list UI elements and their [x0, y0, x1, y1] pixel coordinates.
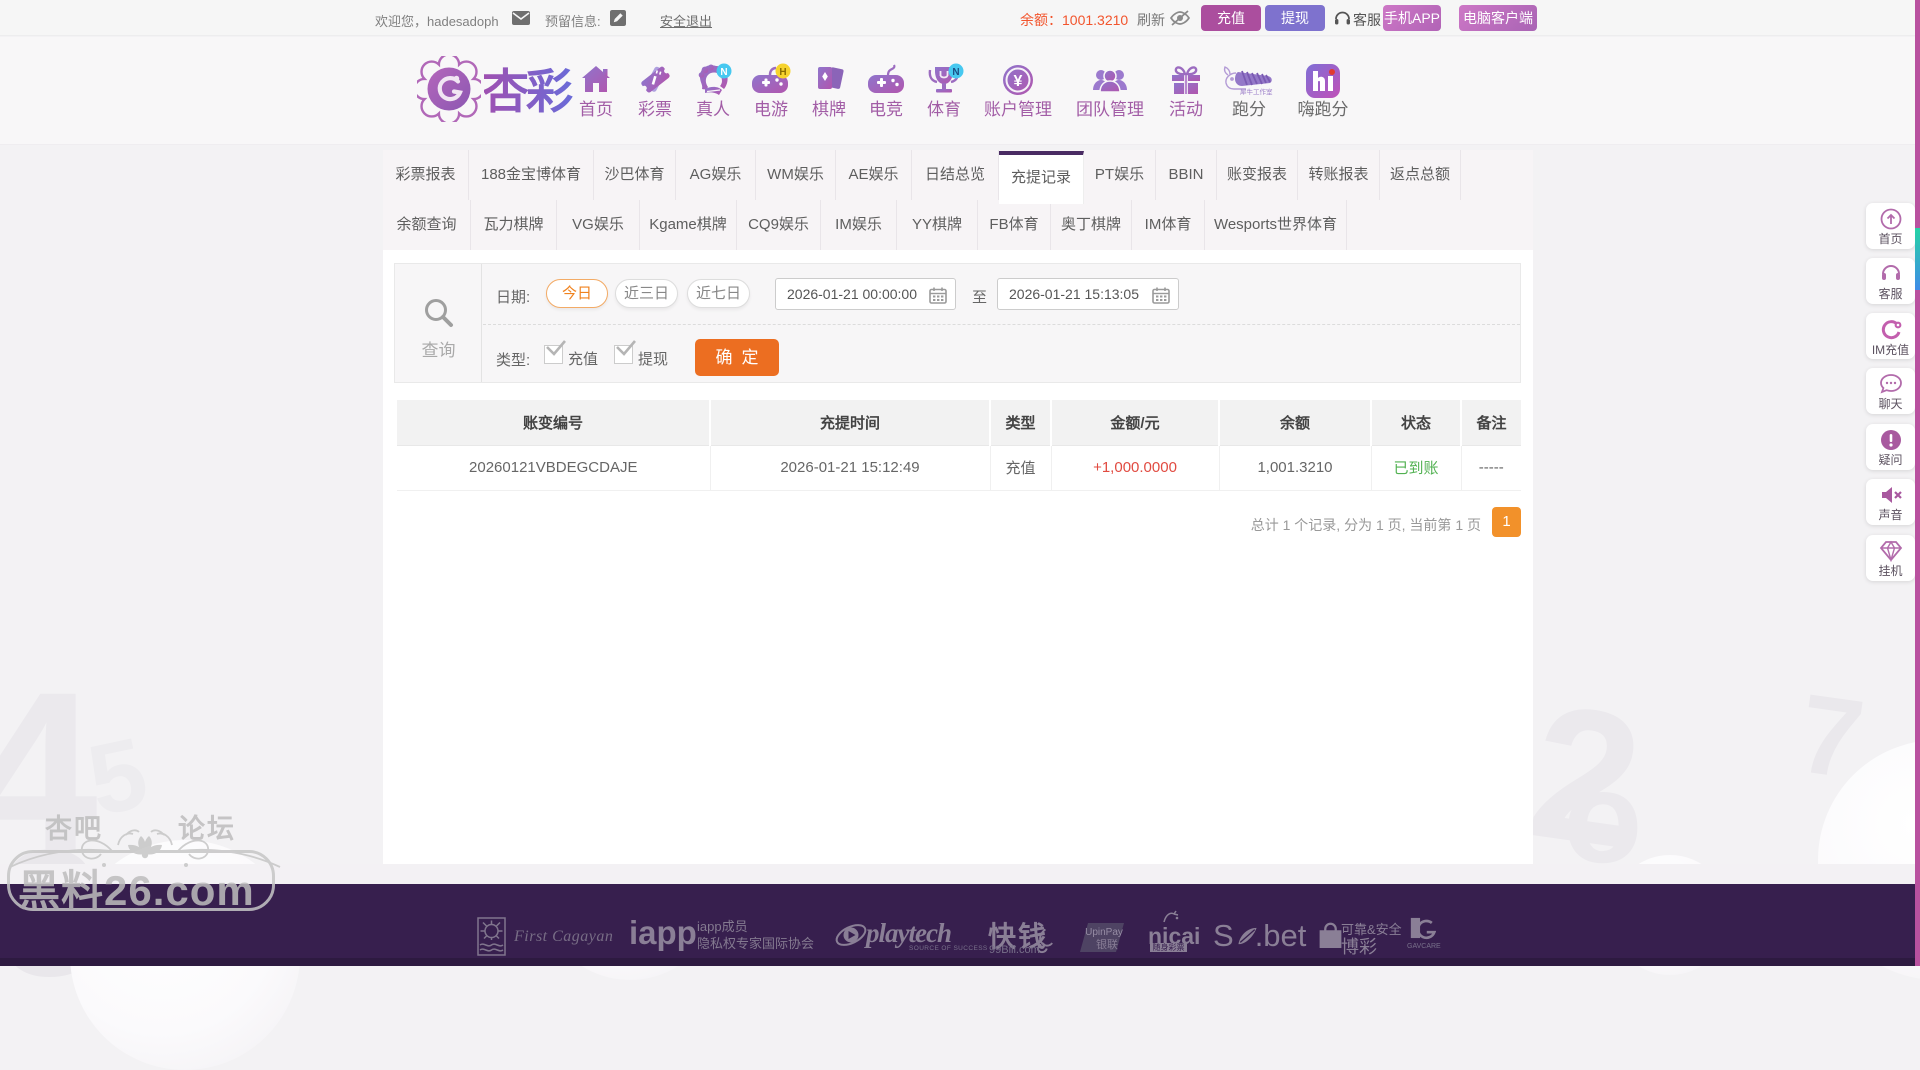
svg-text:银联: 银联 [1096, 937, 1118, 951]
svg-text:H: H [779, 67, 786, 78]
svg-text:UpinPay: UpinPay [1085, 927, 1123, 938]
svg-text:¥: ¥ [1014, 73, 1023, 90]
svg-text:N: N [952, 67, 959, 78]
svg-text:N: N [720, 67, 727, 78]
